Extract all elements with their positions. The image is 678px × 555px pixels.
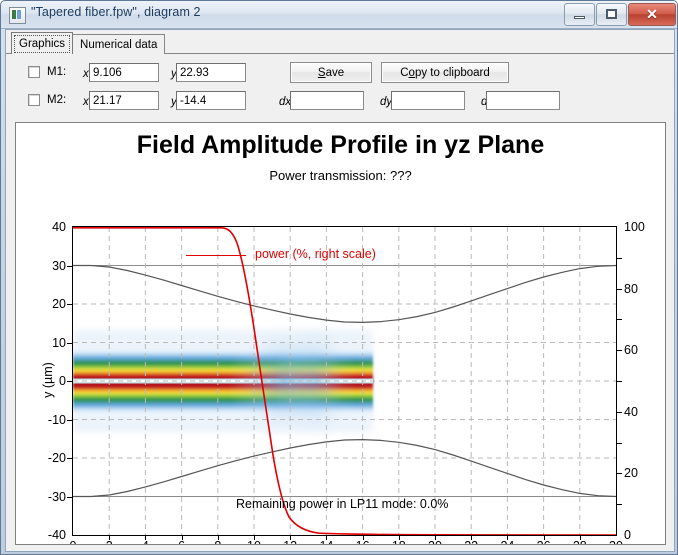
- y-right-tickmark: [616, 442, 622, 444]
- y-right-tickmark: [616, 504, 622, 506]
- taper-lower-curve: [73, 438, 616, 498]
- legend-label-power: power (%, right scale): [255, 247, 376, 261]
- y-right-tickmark: [616, 473, 622, 475]
- x-tickmark: [290, 535, 292, 540]
- window-title: "Tapered fiber.fpw", diagram 2: [31, 5, 201, 19]
- grid-lines: [73, 227, 616, 535]
- tab-strip: Graphics Numerical data: [11, 32, 166, 54]
- marker-m2-label: M2:: [47, 94, 67, 106]
- close-icon: ✕: [646, 6, 658, 22]
- client-area: Graphics Numerical data M1: x: 9.106 y: …: [5, 29, 675, 552]
- dx-input[interactable]: [290, 91, 364, 110]
- y-right-tick-60: 60: [624, 343, 638, 358]
- x-tickmark: [398, 535, 400, 540]
- chart-subtitle: Power transmission: ???: [269, 168, 412, 183]
- x-tickmark: [254, 535, 255, 540]
- plot-canvas: [73, 227, 616, 535]
- y-tick-40: 40: [52, 220, 66, 234]
- document-icon: [9, 7, 26, 24]
- minimize-icon: [574, 16, 585, 19]
- x-tickmark: [217, 535, 219, 540]
- y-tick-m30: -30: [47, 489, 66, 504]
- y-tickmark: [67, 496, 73, 498]
- plot-area[interactable]: power (%, right scale) Remaining power i…: [48, 220, 645, 544]
- marker-m2-x-input[interactable]: 21.17: [89, 91, 159, 110]
- marker-m1-x-input[interactable]: 9.106: [89, 63, 159, 82]
- y-tickmark: [67, 265, 73, 267]
- x-tick-0: 0: [53, 539, 93, 544]
- graphics-panel: Field Amplitude Profile in yz Plane Powe…: [15, 122, 666, 545]
- y-right-tickmark: [616, 288, 622, 290]
- marker-m1-row: M1:: [28, 66, 66, 78]
- taper-upper-curve: [73, 264, 616, 324]
- y-tickmark: [67, 381, 73, 382]
- copy-to-clipboard-label: Copy to clipboard: [400, 66, 490, 79]
- annotation-remaining-power: Remaining power in LP11 mode: 0.0%: [236, 497, 449, 511]
- y-tick-10: 10: [52, 335, 66, 350]
- y-right-tick-20: 20: [624, 466, 638, 481]
- maximize-button[interactable]: [596, 3, 627, 26]
- close-button[interactable]: ✕: [628, 3, 676, 26]
- tab-numerical-data[interactable]: Numerical data: [72, 34, 166, 54]
- tab-numerical-data-label: Numerical data: [80, 38, 158, 51]
- plot-inner: power (%, right scale) Remaining power i…: [73, 227, 616, 535]
- application-window: "Tapered fiber.fpw", diagram 2 ✕ Graphic…: [0, 0, 678, 555]
- window-controls: ✕: [563, 3, 676, 26]
- y-tick-0: 0: [59, 374, 66, 388]
- marker-m2-row: M2:: [28, 94, 66, 106]
- y-tickmark: [67, 304, 73, 305]
- x-tickmark: [543, 535, 545, 540]
- y-right-tick-100: 100: [624, 220, 645, 234]
- minimize-button[interactable]: [564, 3, 595, 26]
- chart-title: Field Amplitude Profile in yz Plane: [136, 131, 545, 159]
- save-button-label: Save: [317, 66, 345, 79]
- x-tickmark: [435, 535, 436, 540]
- d-input[interactable]: [486, 91, 560, 110]
- y-right-tickmark: [616, 411, 622, 413]
- y-right-tickmark: [616, 350, 622, 352]
- x-tickmark: [326, 535, 328, 540]
- y-tickmark: [67, 342, 73, 344]
- y-tickmark: [67, 419, 73, 421]
- dy-input[interactable]: [391, 91, 465, 110]
- y-right-tickmark: [616, 319, 622, 321]
- marker-m1-checkbox[interactable]: [28, 66, 40, 78]
- y-tick-30: 30: [52, 258, 66, 273]
- marker-m2-y-input[interactable]: -14.4: [176, 91, 246, 110]
- y-tickmark: [67, 458, 73, 459]
- x-tickmark: [362, 535, 364, 540]
- legend-line-power: [186, 255, 246, 256]
- x-tickmark: [471, 535, 473, 540]
- tab-graphics[interactable]: Graphics: [11, 32, 74, 54]
- x-tickmark: [507, 535, 509, 540]
- x-tickmark: [109, 535, 111, 540]
- marker-toolbar: M1: x: 9.106 y: 22.93 M2: x: 21.17 y: -1…: [6, 54, 674, 120]
- copy-to-clipboard-button[interactable]: Copy to clipboard: [381, 62, 509, 83]
- marker-m1-y-input[interactable]: 22.93: [176, 63, 246, 82]
- maximize-icon: [606, 9, 617, 19]
- y-tick-m20: -20: [47, 451, 66, 465]
- y-tick-m10: -10: [47, 412, 66, 427]
- marker-m1-label: M1:: [47, 66, 67, 78]
- y-right-tick-40: 40: [624, 404, 638, 419]
- y-right-tickmark: [616, 257, 622, 259]
- marker-m2-checkbox[interactable]: [28, 94, 40, 106]
- y-right-tickmark: [616, 381, 622, 382]
- x-tickmark: [145, 535, 147, 540]
- x-tick-30: 30: [596, 539, 636, 544]
- x-tickmark: [181, 535, 183, 540]
- x-tickmark: [579, 535, 581, 540]
- y-tick-20: 20: [52, 297, 66, 311]
- title-bar: "Tapered fiber.fpw", diagram 2 ✕: [1, 1, 677, 29]
- y-right-tick-80: 80: [624, 281, 638, 296]
- focus-ring: [14, 35, 71, 53]
- save-button[interactable]: Save: [290, 62, 372, 83]
